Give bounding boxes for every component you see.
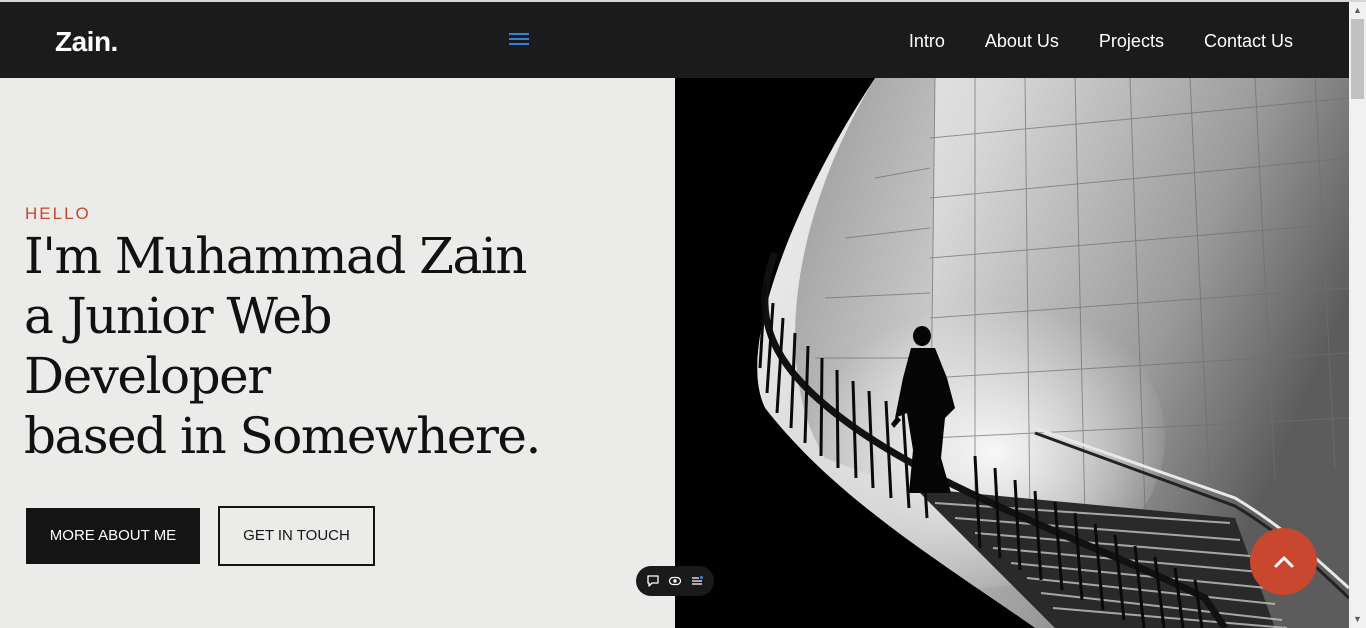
main-nav: Intro About Us Projects Contact Us [909,31,1293,52]
floating-widget-bar [636,566,714,596]
scroll-up-arrow-icon[interactable]: ▲ [1349,2,1366,19]
chevron-up-icon [1274,556,1293,567]
scroll-to-top-button[interactable] [1250,528,1317,595]
more-about-me-button[interactable]: MORE ABOUT ME [26,508,200,564]
headline-line-1: I'm Muhammad Zain [24,227,528,285]
nav-link-contact-us[interactable]: Contact Us [1204,31,1293,52]
headline-line-3: Developer [24,347,271,405]
vertical-scrollbar[interactable]: ▲ ▼ [1349,2,1366,628]
hero-staircase-image [675,78,1349,628]
scroll-down-arrow-icon[interactable]: ▼ [1349,611,1366,628]
hero-headline: I'm Muhammad Zain a Junior Web Developer… [24,226,664,466]
hero-eyebrow: HELLO [25,204,91,223]
headline-line-2: a Junior Web [24,287,332,345]
hamburger-menu-icon[interactable] [509,33,529,49]
page: Zain. Intro About Us Projects Contact Us… [0,0,1349,628]
chat-bubble-icon[interactable] [645,573,661,589]
site-header: Zain. Intro About Us Projects Contact Us [0,2,1349,78]
list-settings-icon[interactable] [689,573,705,589]
scrollbar-thumb[interactable] [1351,19,1364,99]
nav-link-projects[interactable]: Projects [1099,31,1164,52]
staircase-photo [675,78,1349,628]
nav-link-intro[interactable]: Intro [909,31,945,52]
site-logo[interactable]: Zain. [55,26,118,58]
get-in-touch-button[interactable]: GET IN TOUCH [218,506,375,566]
nav-link-about-us[interactable]: About Us [985,31,1059,52]
headline-line-4: based in Somewhere. [24,407,541,465]
eye-icon[interactable] [667,573,683,589]
